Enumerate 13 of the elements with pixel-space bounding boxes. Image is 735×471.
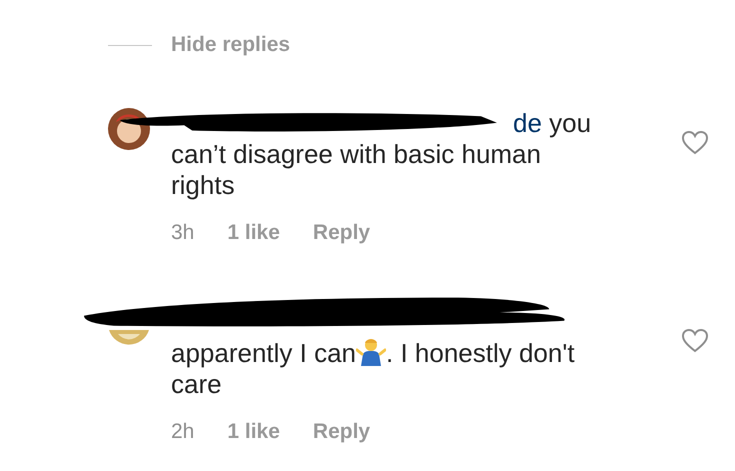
comment-text: can’t disagree with basic human rights: [171, 139, 542, 201]
reply-link[interactable]: Reply: [312, 420, 370, 444]
comment-text: de you: [513, 108, 592, 139]
mention-link[interactable]: de: [513, 108, 542, 138]
likes-count[interactable]: 1 like: [227, 221, 280, 245]
likes-count[interactable]: 1 like: [227, 420, 280, 444]
reply-link[interactable]: Reply: [312, 221, 370, 245]
comment-time: 2h: [171, 420, 194, 444]
comment-text: apparently I can . I honestly don't care: [171, 336, 576, 400]
comment-time: 3h: [171, 221, 194, 245]
heart-icon[interactable]: [682, 131, 708, 155]
heart-icon[interactable]: [682, 329, 708, 353]
hide-replies-link[interactable]: Hide replies: [171, 33, 290, 57]
